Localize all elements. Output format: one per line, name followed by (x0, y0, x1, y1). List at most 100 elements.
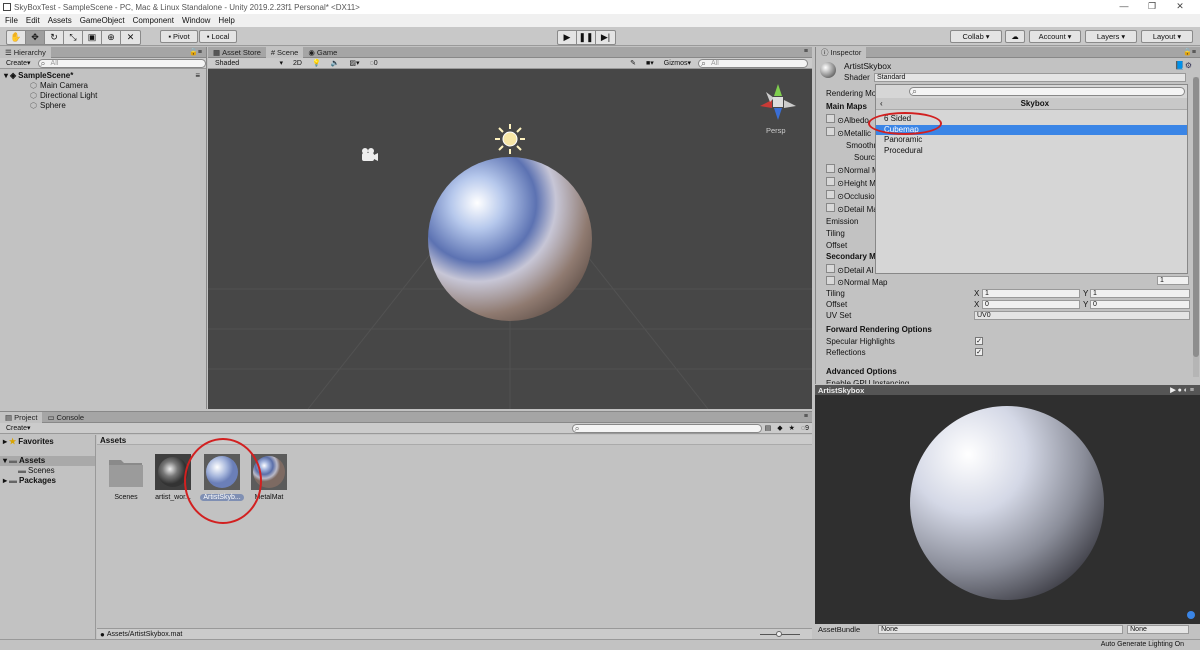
restore-icon[interactable]: ❐ (1138, 1, 1166, 12)
menu-help[interactable]: Help (218, 14, 234, 27)
custom-tool-icon[interactable]: ✕ (121, 31, 140, 44)
offset-y-field[interactable]: 0 (1090, 300, 1190, 309)
transform-tool-icon[interactable]: ⊕ (102, 31, 121, 44)
scale-tool-icon[interactable]: ⤡ (64, 31, 83, 44)
preview-controls[interactable]: ▶ ● ◐ ≡ (1170, 386, 1194, 394)
help-icon[interactable]: 📘 (1175, 61, 1185, 70)
reflections-checkbox[interactable]: ✓ (975, 348, 983, 356)
orientation-gizmo-icon[interactable] (760, 84, 796, 120)
tag-icon[interactable] (1187, 611, 1195, 619)
close-icon[interactable]: ✕ (1166, 1, 1194, 12)
effects-toggle-icon[interactable]: ▨▾ (346, 59, 362, 68)
hidden-objects-toggle[interactable]: ◌ 0 (367, 59, 381, 68)
texture-slot[interactable] (826, 114, 835, 123)
hand-tool-icon[interactable]: ✋ (7, 31, 26, 44)
scrollbar-thumb[interactable] (1193, 77, 1199, 357)
tab-scene[interactable]: # Scene (265, 46, 304, 58)
local-button[interactable]: ▪ Local (199, 30, 237, 43)
panel-menu-icon[interactable]: ≡ (804, 48, 808, 55)
hierarchy-search-input[interactable]: All (37, 58, 206, 69)
gizmos-dropdown[interactable]: Gizmos ▾ (661, 59, 694, 68)
assetbundle-dropdown[interactable]: None (878, 625, 1124, 634)
scene-viewport[interactable]: Persp (208, 69, 812, 409)
more-icon[interactable]: ≡ (195, 71, 200, 81)
account-button[interactable]: Account ▾ (1029, 30, 1081, 43)
collab-button[interactable]: Collab ▾ (950, 30, 1002, 43)
scene-search-input[interactable]: All (698, 58, 808, 69)
menu-assets[interactable]: Assets (48, 14, 72, 27)
menu-item-panoramic[interactable]: Panoramic (876, 135, 1187, 146)
offset-x-field[interactable]: 0 (982, 300, 1080, 309)
layout-button[interactable]: Layout ▾ (1141, 30, 1193, 43)
layers-button[interactable]: Layers ▾ (1085, 30, 1137, 43)
variant-dropdown[interactable]: None (1127, 625, 1190, 634)
hierarchy-item[interactable]: ⬡ Directional Light (4, 91, 206, 101)
move-tool-icon[interactable]: ✥ (26, 31, 45, 44)
tools-icon[interactable]: ✎ (627, 59, 639, 68)
tab-project[interactable]: ▤ Project (0, 411, 43, 423)
filter-type-icon[interactable]: ▤ (762, 424, 775, 433)
asset-item[interactable]: Scenes (108, 454, 144, 501)
tree-favorites[interactable]: ▸ ★ Favorites (0, 437, 95, 447)
texture-slot[interactable] (826, 164, 835, 173)
panel-menu-icon[interactable]: ≡ (804, 413, 808, 420)
cloud-button[interactable]: ☁ (1005, 30, 1025, 43)
favorite-icon[interactable]: ★ (786, 424, 798, 433)
camera-settings-icon[interactable]: ■▾ (643, 59, 657, 68)
rotate-tool-icon[interactable]: ↻ (45, 31, 64, 44)
tab-game[interactable]: ◉ Game (303, 47, 342, 58)
normal-scale-field[interactable]: 1 (1157, 276, 1189, 285)
lighting-toggle-icon[interactable]: 💡 (309, 59, 324, 68)
tree-assets[interactable]: ▾ ▬ Assets (0, 456, 95, 466)
hierarchy-item[interactable]: ⬡ Main Camera (4, 81, 206, 91)
filter-label-icon[interactable]: ◆ (774, 424, 785, 433)
texture-slot[interactable] (826, 177, 835, 186)
audio-toggle-icon[interactable]: 🔈 (328, 59, 343, 68)
tab-inspector[interactable]: ⓘ Inspector (816, 46, 867, 58)
panel-menu-icon[interactable]: 🔒≡ (1183, 48, 1196, 56)
hierarchy-item[interactable]: ⬡ Sphere (4, 101, 206, 111)
shader-dropdown[interactable]: Standard (874, 73, 1186, 82)
menu-edit[interactable]: Edit (26, 14, 40, 27)
menu-component[interactable]: Component (133, 14, 174, 27)
menu-item-procedural[interactable]: Procedural (876, 146, 1187, 157)
directional-light-icon[interactable] (495, 124, 525, 154)
inspector-scrollbar[interactable] (1193, 77, 1199, 377)
tab-hierarchy[interactable]: ☰ Hierarchy (0, 46, 51, 58)
play-icon[interactable]: ▶ (558, 31, 577, 44)
material-preview[interactable] (815, 395, 1200, 625)
minimize-icon[interactable]: — (1110, 1, 1138, 11)
texture-slot[interactable] (826, 190, 835, 199)
shader-search-input[interactable] (909, 86, 1185, 97)
pivot-button[interactable]: ▪ Pivot (160, 30, 198, 43)
scene-root[interactable]: ▾ ◈ SampleScene* ≡ (4, 71, 206, 81)
texture-slot[interactable] (826, 264, 835, 273)
rect-tool-icon[interactable]: ▣ (83, 31, 102, 44)
uv-set-dropdown[interactable]: UV0 (974, 311, 1190, 320)
back-arrow-icon[interactable]: ‹ (876, 99, 883, 108)
texture-slot[interactable] (826, 276, 835, 285)
tab-asset-store[interactable]: ▦ Asset Store (208, 47, 266, 58)
shading-mode-dropdown[interactable]: Shaded ▾ (212, 59, 286, 68)
texture-slot[interactable] (826, 127, 835, 136)
menu-gameobject[interactable]: GameObject (80, 14, 125, 27)
2d-toggle[interactable]: 2D (290, 59, 305, 68)
sphere-object[interactable] (428, 157, 592, 321)
projection-label[interactable]: Persp (766, 126, 786, 135)
hidden-packages-toggle[interactable]: ◌ 9 (798, 424, 812, 433)
specular-checkbox[interactable]: ✓ (975, 337, 983, 345)
settings-icon[interactable]: ⚙ (1185, 61, 1192, 70)
tree-scenes[interactable]: ▬ Scenes (0, 466, 95, 476)
panel-menu-icon[interactable]: 🔒≡ (189, 48, 202, 56)
tab-console[interactable]: ▭ Console (42, 412, 89, 423)
step-icon[interactable]: ▶| (596, 31, 615, 44)
tree-packages[interactable]: ▸ ▬ Packages (0, 476, 95, 486)
tiling-x-field[interactable]: 1 (982, 289, 1080, 298)
camera-icon[interactable] (362, 148, 378, 161)
menu-file[interactable]: File (5, 14, 18, 27)
icon-size-slider[interactable] (760, 630, 800, 637)
menu-window[interactable]: Window (182, 14, 210, 27)
project-search-input[interactable] (571, 423, 762, 434)
texture-slot[interactable] (826, 203, 835, 212)
tiling-y-field[interactable]: 1 (1090, 289, 1190, 298)
